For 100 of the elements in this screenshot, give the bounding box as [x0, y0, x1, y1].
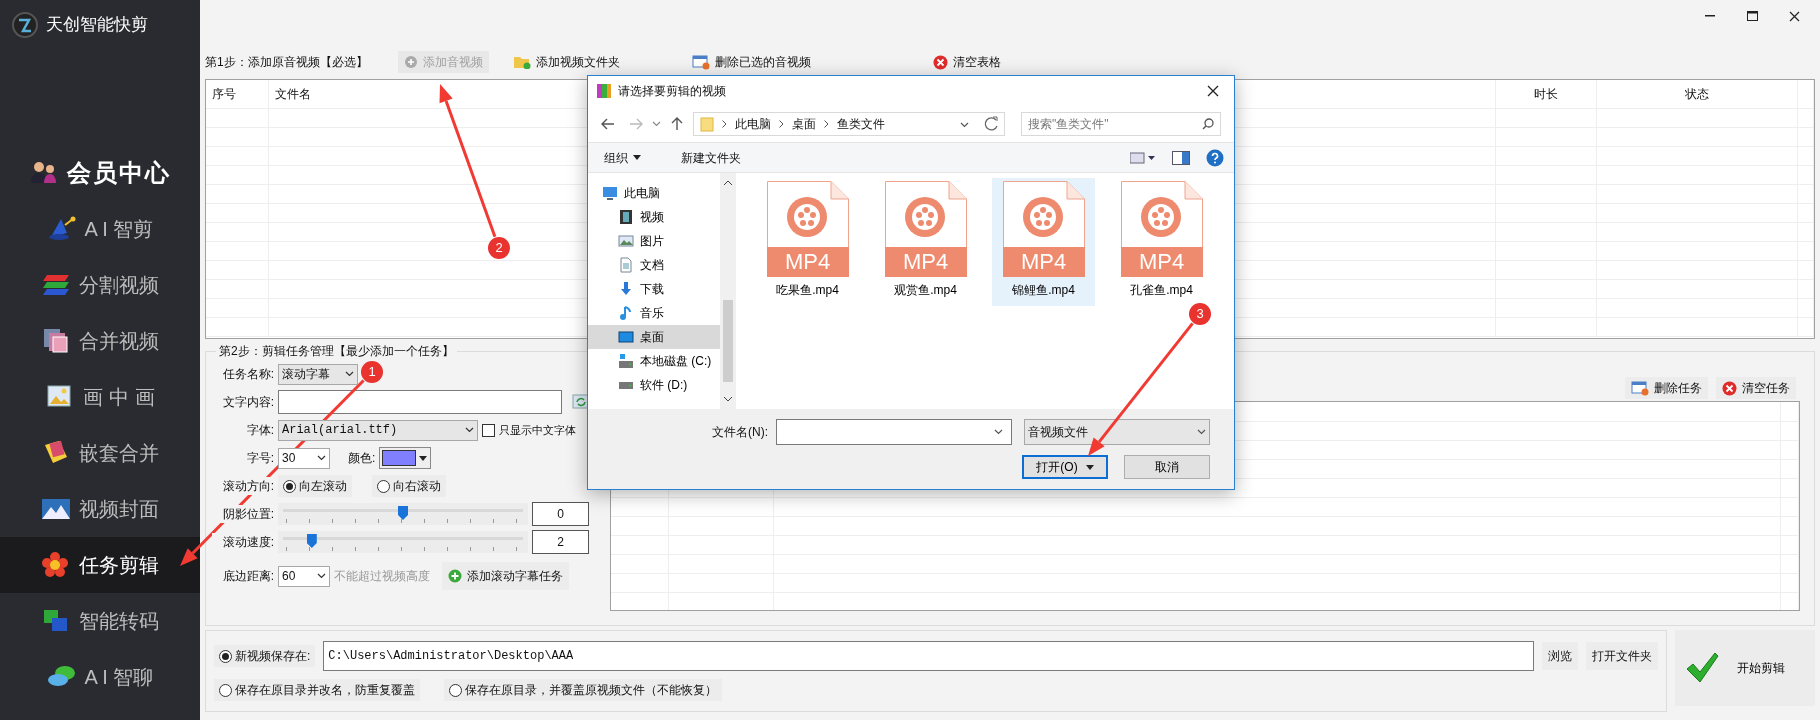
radio-option[interactable]: 向右滚动	[372, 475, 446, 497]
column-header: 时长	[1533, 86, 1558, 101]
toolbar-button[interactable]: 新建文件夹	[675, 146, 747, 169]
add-task-button[interactable]: 添加滚动字幕任务	[442, 562, 569, 590]
sidebar-item[interactable]: A I 智剪	[0, 201, 200, 257]
tree-item[interactable]: 软件 (D:)	[588, 373, 720, 397]
dropdown[interactable]: Arial(arial.ttf)	[278, 419, 478, 441]
toolbar-button[interactable]: 打开文件夹	[1586, 642, 1658, 670]
radio-option[interactable]: 保存在原目录，并覆盖原视频文件（不能恢复）	[444, 679, 722, 701]
file-type-label: MP4	[766, 247, 849, 277]
toolbar-button[interactable]: 浏览	[1542, 642, 1578, 670]
caret-icon	[1197, 429, 1206, 435]
tree-item[interactable]: 音乐	[588, 301, 720, 325]
scroll-up-icon[interactable]	[723, 179, 733, 187]
download-icon	[618, 281, 634, 297]
radio-option[interactable]: 向左滚动	[278, 475, 352, 497]
sidebar-item[interactable]: 任务剪辑	[0, 537, 200, 593]
tree-item[interactable]: 视频	[588, 205, 720, 229]
tree-item[interactable]: 本地磁盘 (C:)	[588, 349, 720, 373]
toolbar-button[interactable]: 删除已选的音视频	[685, 51, 817, 73]
dialog-title: 请选择要剪辑的视频	[618, 83, 726, 100]
file-type-label: MP4	[884, 247, 967, 277]
music-icon	[618, 305, 634, 321]
number-field[interactable]: 0	[532, 502, 589, 526]
sidebar-item[interactable]: 画 中 画	[0, 369, 200, 425]
checkmark-icon	[1685, 651, 1719, 685]
slider-track[interactable]	[278, 531, 528, 553]
dropdown[interactable]: 音视频文件	[1024, 419, 1210, 445]
menu-button[interactable]: 组织	[598, 146, 647, 169]
slider-thumb[interactable]	[398, 506, 408, 520]
checkbox[interactable]	[482, 423, 495, 437]
field-label: 滚动速度:	[212, 533, 274, 551]
color-picker[interactable]	[379, 447, 432, 469]
slider-track[interactable]	[278, 503, 528, 525]
tree-item[interactable]: 桌面	[588, 325, 720, 349]
up-arrow-icon[interactable]	[669, 116, 685, 132]
step-marker: 1	[361, 361, 383, 383]
film-icon	[618, 209, 634, 225]
sidebar-item[interactable]: 会员中心	[0, 145, 200, 201]
filename-field[interactable]	[776, 419, 1012, 445]
slider-thumb[interactable]	[306, 534, 317, 548]
start-button[interactable]: 开始剪辑	[1675, 630, 1815, 706]
tree-item[interactable]: 图片	[588, 229, 720, 253]
breadcrumb-item[interactable]: 此电脑	[735, 115, 771, 133]
tree-item[interactable]: 文档	[588, 253, 720, 277]
breadcrumb-item[interactable]: 桌面	[792, 115, 816, 133]
toolbar-button[interactable]: 添加视频文件夹	[506, 51, 626, 73]
section-title: 第2步：剪辑任务管理【最少添加一个任务】	[218, 343, 455, 359]
radio-option[interactable]: 新视频保存在:	[214, 645, 316, 667]
number-field[interactable]: 2	[532, 530, 589, 554]
video-file-icon	[884, 181, 967, 247]
app-title: 天创智能快剪	[46, 14, 148, 37]
plus-icon	[448, 569, 462, 583]
path-field[interactable]: C:\Users\Administrator\Desktop\AAA	[323, 641, 1534, 671]
cancel-button[interactable]: 取消	[1124, 455, 1210, 479]
folder-icon	[512, 55, 531, 69]
maximize-icon	[1746, 11, 1758, 21]
caret-icon	[652, 121, 661, 127]
chevron-icon	[824, 120, 829, 128]
help-icon[interactable]	[1206, 148, 1224, 167]
window-icon	[1631, 380, 1649, 396]
file-item[interactable]: MP4 观赏鱼.mp4	[874, 178, 977, 306]
sidebar-item[interactable]: 视频封面	[0, 481, 200, 537]
sidebar-item[interactable]: 合并视频	[0, 313, 200, 369]
view-icon[interactable]	[1130, 151, 1156, 164]
scroll-down-icon[interactable]	[723, 395, 733, 403]
window-icon	[691, 54, 710, 70]
toolbar-button[interactable]: 删除任务	[1625, 377, 1708, 400]
close-icon	[1722, 380, 1737, 396]
checkbox-option[interactable]: 只显示中文字体	[482, 421, 576, 439]
close-icon	[1788, 10, 1800, 22]
input-field[interactable]	[278, 390, 562, 414]
flower-icon	[41, 551, 71, 579]
tree-item[interactable]: 下载	[588, 277, 720, 301]
dropdown[interactable]: 30	[278, 447, 330, 469]
field-label: 文件名(N):	[712, 424, 768, 441]
sidebar-item[interactable]: A I 智聊	[0, 649, 200, 705]
tree-item[interactable]: 此电脑	[588, 181, 720, 205]
toolbar-button[interactable]: 清空任务	[1716, 377, 1796, 400]
back-arrow-icon[interactable]	[600, 116, 616, 132]
sidebar-item[interactable]: 嵌套合并	[0, 425, 200, 481]
preview-pane-icon[interactable]	[1172, 150, 1190, 165]
toolbar-button[interactable]: 清空表格	[926, 51, 1007, 73]
video-file-icon	[1002, 181, 1085, 247]
scrollbar-thumb[interactable]	[723, 300, 733, 382]
breadcrumb-item[interactable]: 鱼类文件	[837, 115, 885, 133]
search-field[interactable]: 搜索"鱼类文件"	[1021, 112, 1221, 136]
file-type-label: MP4	[1120, 247, 1203, 277]
sidebar-item[interactable]: 智能转码	[0, 593, 200, 649]
dropdown[interactable]: 滚动字幕	[278, 363, 358, 385]
file-item[interactable]: MP4 锦鲤鱼.mp4	[992, 178, 1095, 306]
caret-icon	[633, 155, 641, 160]
file-item[interactable]: MP4 孔雀鱼.mp4	[1110, 178, 1213, 306]
sidebar-item[interactable]: 分割视频	[0, 257, 200, 313]
open-button[interactable]: 打开(O)	[1022, 455, 1108, 479]
refresh-icon[interactable]	[983, 115, 1001, 133]
dropdown[interactable]: 60	[278, 565, 330, 587]
radio-option[interactable]: 保存在原目录并改名，防重复覆盖	[214, 679, 420, 701]
app-icon	[596, 83, 612, 99]
file-item[interactable]: MP4 吃果鱼.mp4	[756, 178, 859, 306]
